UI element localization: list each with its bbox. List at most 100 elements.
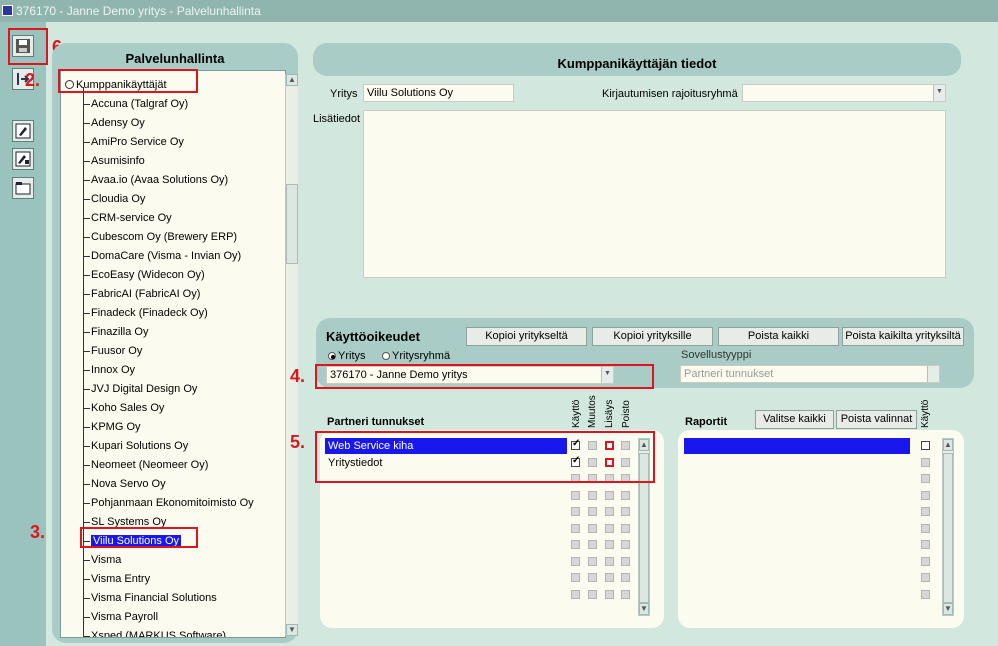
permission-checkbox[interactable] <box>621 590 630 599</box>
tree-item[interactable]: Asumisinfo <box>83 152 145 171</box>
permission-checkbox[interactable] <box>605 540 614 549</box>
login-group-label: Kirjautumisen rajoitusryhmä <box>602 88 738 100</box>
radio-company-group[interactable]: Yritysryhmä <box>382 350 450 362</box>
permission-checkbox[interactable] <box>588 590 597 599</box>
radio-off-icon[interactable] <box>382 352 390 360</box>
scroll-down-icon[interactable]: ▼ <box>639 603 649 615</box>
window-title-bar: 376170 - Janne Demo yritys - Palvelunhal… <box>0 0 998 22</box>
tool-button-3[interactable] <box>12 177 34 199</box>
scroll-up-icon[interactable]: ▲ <box>943 439 953 451</box>
scroll-down-icon[interactable]: ▼ <box>943 603 953 615</box>
tree-item[interactable]: KPMG Oy <box>83 418 141 437</box>
report-checkbox[interactable] <box>921 540 930 549</box>
copy-to-companies-button[interactable]: Kopioi yrityksille <box>592 327 713 346</box>
window-title: 376170 - Janne Demo yritys - Palvelunhal… <box>16 4 261 18</box>
remove-selections-button[interactable]: Poista valinnat <box>836 410 917 429</box>
report-checkbox[interactable] <box>921 557 930 566</box>
chevron-down-icon[interactable]: ▼ <box>933 85 945 101</box>
tree-item[interactable]: Avaa.io (Avaa Solutions Oy) <box>83 171 228 190</box>
permission-checkbox[interactable] <box>588 524 597 533</box>
report-checkbox[interactable] <box>921 590 930 599</box>
permission-checkbox[interactable] <box>621 491 630 500</box>
tree-item[interactable]: FabricAI (FabricAI Oy) <box>83 285 200 304</box>
tree-item[interactable]: Visma <box>83 551 121 570</box>
tree-item[interactable]: DomaCare (Visma - Invian Oy) <box>83 247 241 266</box>
report-checkbox[interactable] <box>921 507 930 516</box>
report-checkbox[interactable] <box>921 573 930 582</box>
radio-on-icon[interactable] <box>328 352 336 360</box>
app-type-label: Sovellustyyppi <box>681 349 752 361</box>
tool-button-1[interactable] <box>12 120 34 142</box>
permission-checkbox[interactable] <box>621 507 630 516</box>
permission-checkbox[interactable] <box>571 540 580 549</box>
permission-checkbox[interactable] <box>621 573 630 582</box>
permission-checkbox[interactable] <box>605 524 614 533</box>
remove-from-all-companies-button[interactable]: Poista kaikilta yrityksiltä <box>842 327 964 346</box>
permission-checkbox[interactable] <box>571 491 580 500</box>
tree-item[interactable]: Cloudia Oy <box>83 190 145 209</box>
scroll-down-icon[interactable]: ▼ <box>286 624 298 636</box>
tree-item[interactable]: Finazilla Oy <box>83 323 148 342</box>
tree-item[interactable]: Innox Oy <box>83 361 135 380</box>
company-field[interactable]: Viilu Solutions Oy <box>363 84 514 102</box>
col-header-modify: Muutos <box>587 395 598 428</box>
permission-checkbox[interactable] <box>571 524 580 533</box>
tree-scrollbar[interactable]: ▲ ▼ <box>285 74 298 636</box>
app-type-select[interactable]: Partneri tunnukset <box>680 365 940 383</box>
login-group-select[interactable]: ▼ <box>742 84 946 102</box>
report-checkbox[interactable] <box>921 458 930 467</box>
permission-checkbox[interactable] <box>588 573 597 582</box>
permission-checkbox[interactable] <box>571 590 580 599</box>
tree-item[interactable]: Accuna (Talgraf Oy) <box>83 95 188 114</box>
tree-item[interactable]: CRM-service Oy <box>83 209 172 228</box>
permission-checkbox[interactable] <box>571 557 580 566</box>
permission-checkbox[interactable] <box>605 507 614 516</box>
tree-item[interactable]: Koho Sales Oy <box>83 399 164 418</box>
tree-item[interactable]: Visma Payroll <box>83 608 158 627</box>
remove-all-button[interactable]: Poista kaikki <box>718 327 839 346</box>
report-row-selected[interactable] <box>684 438 910 454</box>
permission-checkbox[interactable] <box>588 540 597 549</box>
permission-checkbox[interactable] <box>588 491 597 500</box>
tree-item[interactable]: Kupari Solutions Oy <box>83 437 188 456</box>
permission-checkbox[interactable] <box>588 557 597 566</box>
notes-textarea[interactable] <box>363 110 946 278</box>
tree-item[interactable]: AmiPro Service Oy <box>83 133 184 152</box>
scroll-thumb[interactable] <box>286 184 298 264</box>
permission-checkbox[interactable] <box>621 540 630 549</box>
permission-checkbox[interactable] <box>571 573 580 582</box>
report-checkbox[interactable] <box>921 441 930 450</box>
folder-icon <box>15 182 31 195</box>
tree-item[interactable]: Cubescom Oy (Brewery ERP) <box>83 228 237 247</box>
tree-item[interactable]: Neomeet (Neomeer Oy) <box>83 456 208 475</box>
copy-from-company-button[interactable]: Kopioi yritykseltä <box>466 327 587 346</box>
chevron-down-icon[interactable] <box>927 366 939 382</box>
tool-button-2[interactable] <box>12 148 34 170</box>
tree-item[interactable]: Finadeck (Finadeck Oy) <box>83 304 208 323</box>
report-checkbox[interactable] <box>921 524 930 533</box>
reports-scrollbar[interactable]: ▲ ▼ <box>942 438 954 616</box>
report-checkbox[interactable] <box>921 491 930 500</box>
permission-checkbox[interactable] <box>605 557 614 566</box>
tree-item[interactable]: Xsped (MARKUS Software) <box>83 627 226 637</box>
permission-checkbox[interactable] <box>605 491 614 500</box>
permission-checkbox[interactable] <box>571 507 580 516</box>
tree-item[interactable]: Visma Financial Solutions <box>83 589 217 608</box>
permission-checkbox[interactable] <box>621 557 630 566</box>
permission-checkbox[interactable] <box>621 524 630 533</box>
radio-company[interactable]: Yritys <box>328 350 366 362</box>
tree-item[interactable]: JVJ Digital Design Oy <box>83 380 197 399</box>
tree-item[interactable]: Adensy Oy <box>83 114 145 133</box>
tree-item[interactable]: Nova Servo Oy <box>83 475 166 494</box>
tree-item[interactable]: EcoEasy (Widecon Oy) <box>83 266 205 285</box>
report-checkbox[interactable] <box>921 474 930 483</box>
select-all-button[interactable]: Valitse kaikki <box>755 410 834 429</box>
scroll-up-icon[interactable]: ▲ <box>286 74 298 86</box>
scroll-thumb[interactable] <box>943 453 953 603</box>
tree-item[interactable]: Pohjanmaan Ekonomitoimisto Oy <box>83 494 254 513</box>
permission-checkbox[interactable] <box>605 573 614 582</box>
tree-item[interactable]: Fuusor Oy <box>83 342 142 361</box>
tree-item[interactable]: Visma Entry <box>83 570 150 589</box>
permission-checkbox[interactable] <box>588 507 597 516</box>
permission-checkbox[interactable] <box>605 590 614 599</box>
